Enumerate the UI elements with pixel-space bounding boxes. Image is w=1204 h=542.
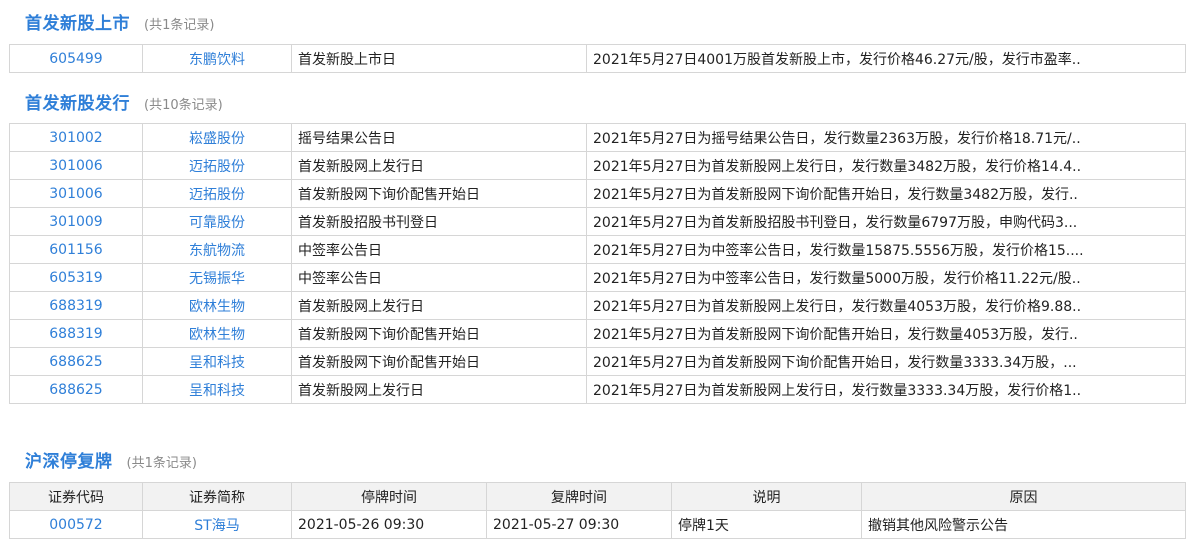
stock-code-link[interactable]: 688625 [9, 347, 143, 376]
suspension-title: 沪深停复牌 [25, 452, 113, 472]
event-type: 首发新股网上发行日 [291, 291, 587, 320]
suspension-table: 证券代码 证券简称 停牌时间 复牌时间 说明 原因 000572 ST海马 20… [9, 482, 1186, 539]
table-row: 605499 东鹏饮料 首发新股上市日 2021年5月27日4001万股首发新股… [9, 44, 1186, 73]
column-header-note: 说明 [671, 482, 862, 511]
stock-name-link[interactable]: 呈和科技 [142, 375, 292, 404]
event-description: 2021年5月27日为首发新股招股书刊登日，发行数量6797万股，申购代码3..… [586, 207, 1186, 236]
ipo-listing-title: 首发新股上市 [25, 14, 130, 34]
suspend-time: 2021-05-26 09:30 [291, 510, 487, 539]
ipo-issue-table: 301002 崧盛股份 摇号结果公告日 2021年5月27日为摇号结果公告日，发… [9, 123, 1186, 404]
stock-name-link[interactable]: 崧盛股份 [142, 123, 292, 152]
table-row: 000572 ST海马 2021-05-26 09:30 2021-05-27 … [9, 510, 1186, 539]
stock-name-link[interactable]: 东航物流 [142, 235, 292, 264]
stock-code-link[interactable]: 000572 [9, 510, 143, 539]
resume-time: 2021-05-27 09:30 [486, 510, 672, 539]
event-type: 首发新股网下询价配售开始日 [291, 319, 587, 348]
stock-code-link[interactable]: 601156 [9, 235, 143, 264]
event-description: 2021年5月27日为中签率公告日，发行数量5000万股，发行价格11.22元/… [586, 263, 1186, 292]
column-header-name: 证券简称 [142, 482, 292, 511]
stock-name-link[interactable]: ST海马 [142, 510, 292, 539]
stock-code-link[interactable]: 688319 [9, 319, 143, 348]
table-row: 301002 崧盛股份 摇号结果公告日 2021年5月27日为摇号结果公告日，发… [9, 123, 1186, 152]
stock-code-link[interactable]: 301002 [9, 123, 143, 152]
ipo-listing-header: 首发新股上市 (共1条记录) [25, 9, 214, 34]
suspension-note: 停牌1天 [671, 510, 862, 539]
stock-name-link[interactable]: 迈拓股份 [142, 151, 292, 180]
event-description: 2021年5月27日为首发新股网下询价配售开始日，发行数量3482万股，发行.. [586, 179, 1186, 208]
stock-name-link[interactable]: 迈拓股份 [142, 179, 292, 208]
event-type: 摇号结果公告日 [291, 123, 587, 152]
event-description: 2021年5月27日为摇号结果公告日，发行数量2363万股，发行价格18.71元… [586, 123, 1186, 152]
stock-code-link[interactable]: 688319 [9, 291, 143, 320]
event-description: 2021年5月27日4001万股首发新股上市，发行价格46.27元/股，发行市盈… [586, 44, 1186, 73]
stock-name-link[interactable]: 欧林生物 [142, 291, 292, 320]
event-description: 2021年5月27日为首发新股网下询价配售开始日，发行数量4053万股，发行.. [586, 319, 1186, 348]
suspension-reason: 撤销其他风险警示公告 [861, 510, 1186, 539]
event-description: 2021年5月27日为首发新股网上发行日，发行数量4053万股，发行价格9.88… [586, 291, 1186, 320]
event-type: 首发新股网下询价配售开始日 [291, 347, 587, 376]
suspension-count: (共1条记录) [126, 456, 197, 471]
stock-name-link[interactable]: 可靠股份 [142, 207, 292, 236]
table-row: 605319 无锡振华 中签率公告日 2021年5月27日为中签率公告日，发行数… [9, 263, 1186, 292]
event-type: 首发新股招股书刊登日 [291, 207, 587, 236]
column-header-suspend-time: 停牌时间 [291, 482, 487, 511]
stock-name-link[interactable]: 无锡振华 [142, 263, 292, 292]
stock-code-link[interactable]: 301009 [9, 207, 143, 236]
ipo-issue-header: 首发新股发行 (共10条记录) [25, 89, 223, 114]
stock-code-link[interactable]: 301006 [9, 179, 143, 208]
column-header-code: 证券代码 [9, 482, 143, 511]
stock-name-link[interactable]: 欧林生物 [142, 319, 292, 348]
table-row: 301006 迈拓股份 首发新股网下询价配售开始日 2021年5月27日为首发新… [9, 179, 1186, 208]
ipo-listing-table: 605499 东鹏饮料 首发新股上市日 2021年5月27日4001万股首发新股… [9, 44, 1186, 73]
event-description: 2021年5月27日为首发新股网下询价配售开始日，发行数量3333.34万股，.… [586, 347, 1186, 376]
stock-code-link[interactable]: 605319 [9, 263, 143, 292]
table-row: 601156 东航物流 中签率公告日 2021年5月27日为中签率公告日，发行数… [9, 235, 1186, 264]
stock-code-link[interactable]: 301006 [9, 151, 143, 180]
stock-code-link[interactable]: 688625 [9, 375, 143, 404]
event-description: 2021年5月27日为中签率公告日，发行数量15875.5556万股，发行价格1… [586, 235, 1186, 264]
table-row: 688319 欧林生物 首发新股网下询价配售开始日 2021年5月27日为首发新… [9, 319, 1186, 348]
table-row: 688625 呈和科技 首发新股网下询价配售开始日 2021年5月27日为首发新… [9, 347, 1186, 376]
stock-name-link[interactable]: 东鹏饮料 [142, 44, 292, 73]
ipo-issue-title: 首发新股发行 [25, 94, 130, 114]
table-header-row: 证券代码 证券简称 停牌时间 复牌时间 说明 原因 [9, 482, 1186, 511]
stock-name-link[interactable]: 呈和科技 [142, 347, 292, 376]
column-header-reason: 原因 [861, 482, 1186, 511]
event-type: 首发新股网上发行日 [291, 375, 587, 404]
event-type: 首发新股网上发行日 [291, 151, 587, 180]
event-description: 2021年5月27日为首发新股网上发行日，发行数量3482万股，发行价格14.4… [586, 151, 1186, 180]
event-type: 首发新股网下询价配售开始日 [291, 179, 587, 208]
event-type: 中签率公告日 [291, 235, 587, 264]
table-row: 688319 欧林生物 首发新股网上发行日 2021年5月27日为首发新股网上发… [9, 291, 1186, 320]
suspension-header: 沪深停复牌 (共1条记录) [25, 447, 197, 472]
ipo-issue-count: (共10条记录) [144, 98, 223, 113]
table-row: 688625 呈和科技 首发新股网上发行日 2021年5月27日为首发新股网上发… [9, 375, 1186, 404]
table-row: 301006 迈拓股份 首发新股网上发行日 2021年5月27日为首发新股网上发… [9, 151, 1186, 180]
event-type: 首发新股上市日 [291, 44, 587, 73]
event-description: 2021年5月27日为首发新股网上发行日，发行数量3333.34万股，发行价格1… [586, 375, 1186, 404]
event-type: 中签率公告日 [291, 263, 587, 292]
column-header-resume-time: 复牌时间 [486, 482, 672, 511]
table-row: 301009 可靠股份 首发新股招股书刊登日 2021年5月27日为首发新股招股… [9, 207, 1186, 236]
stock-code-link[interactable]: 605499 [9, 44, 143, 73]
ipo-listing-count: (共1条记录) [144, 18, 215, 33]
